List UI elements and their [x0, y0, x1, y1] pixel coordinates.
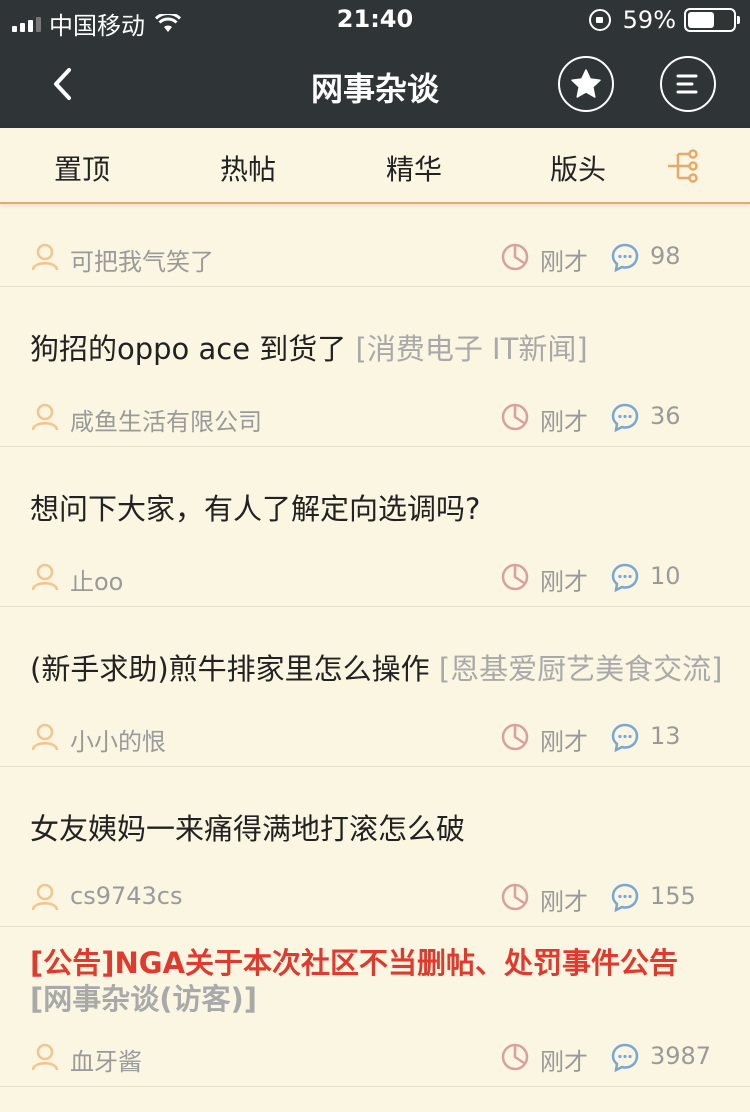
post-time: 刚才 — [540, 408, 588, 436]
post-title-text: (新手求助)煎牛排家里怎么操作 — [30, 652, 430, 686]
post-meta: 血牙酱 刚才 3987 — [30, 1038, 730, 1078]
tab-bar: 置顶 热帖 精华 版头 — [0, 128, 750, 204]
post-time: 刚才 — [540, 888, 588, 916]
comment-icon — [611, 883, 639, 912]
post-author[interactable]: 止oo — [70, 562, 123, 597]
battery-icon — [684, 8, 740, 32]
menu-button[interactable] — [660, 56, 716, 112]
clock-icon — [501, 723, 529, 751]
rotation-lock-icon — [588, 9, 611, 31]
tab-pinned[interactable]: 置顶 — [12, 148, 152, 188]
post-meta: 小小的恨 刚才 13 — [30, 718, 730, 758]
battery-percent: 59% — [622, 6, 676, 34]
status-right: 59% — [588, 6, 740, 34]
post-title-text: 想问下大家，有人了解定向选调吗? — [30, 492, 481, 526]
tab-hot[interactable]: 热帖 — [178, 148, 318, 188]
comment-icon — [611, 723, 639, 752]
user-icon — [31, 403, 59, 431]
post-row[interactable]: 想问下大家，有人了解定向选调吗? 止oo 刚才 10 — [0, 447, 750, 607]
post-title[interactable]: (新手求助)煎牛排家里怎么操作 [恩基爱厨艺美食交流] — [30, 651, 730, 687]
clock-icon — [501, 243, 529, 271]
post-row[interactable]: 女友姨妈一来痛得满地打滚怎么破 cs9743cs 刚才 155 — [0, 767, 750, 927]
comment-icon — [611, 1043, 639, 1072]
comment-icon — [611, 403, 639, 432]
post-title[interactable]: 想问下大家，有人了解定向选调吗? — [30, 491, 730, 527]
post-board[interactable]: [恩基爱厨艺美食交流] — [439, 652, 723, 686]
post-author[interactable]: cs9743cs — [70, 882, 182, 910]
post-title-text: 狗招的oppo ace 到货了 — [30, 332, 347, 366]
post-board[interactable]: [消费电子 IT新闻] — [356, 332, 588, 366]
tab-featured[interactable]: 精华 — [344, 148, 484, 188]
nav-bar: 网事杂谈 — [0, 40, 750, 128]
clock-icon — [501, 1043, 529, 1071]
user-icon — [31, 1043, 59, 1071]
post-reply-count: 155 — [650, 882, 696, 910]
user-icon — [31, 883, 59, 911]
post-title[interactable]: 女友姨妈一来痛得满地打滚怎么破 — [30, 811, 730, 847]
post-meta: 咸鱼生活有限公司 刚才 36 — [30, 398, 730, 438]
user-icon — [31, 563, 59, 591]
post-row[interactable]: (新手求助)煎牛排家里怎么操作 [恩基爱厨艺美食交流] 小小的恨 刚才 13 — [0, 607, 750, 767]
post-author[interactable]: 可把我气笑了 — [70, 242, 214, 277]
post-author[interactable]: 血牙酱 — [70, 1042, 142, 1077]
post-author[interactable]: 小小的恨 — [70, 722, 166, 757]
post-time: 刚才 — [540, 1048, 588, 1076]
post-meta: 止oo 刚才 10 — [30, 558, 730, 598]
clock-icon — [501, 403, 529, 431]
comment-icon — [611, 243, 639, 272]
post-reply-count: 98 — [650, 242, 681, 270]
post-time: 刚才 — [540, 568, 588, 596]
post-meta: cs9743cs 刚才 155 — [30, 878, 730, 918]
post-reply-count: 36 — [650, 402, 681, 430]
post-meta: 可把我气笑了 刚才 98 — [30, 238, 730, 278]
post-row[interactable]: [公告]NGA关于本次社区不当删帖、处罚事件公告 [网事杂谈(访客)] 血牙酱 … — [0, 927, 750, 1087]
post-reply-count: 13 — [650, 722, 681, 750]
post-title-text: 女友姨妈一来痛得满地打滚怎么破 — [30, 812, 466, 846]
user-icon — [31, 723, 59, 751]
page-title: 网事杂谈 — [310, 70, 439, 108]
post-board[interactable]: [网事杂谈(访客)] — [30, 982, 257, 1016]
clock-icon — [501, 883, 529, 911]
favorite-button[interactable] — [558, 56, 614, 112]
post-reply-count: 10 — [650, 562, 681, 590]
tab-header[interactable]: 版头 — [508, 148, 648, 188]
user-icon — [31, 243, 59, 271]
post-title[interactable]: [公告]NGA关于本次社区不当删帖、处罚事件公告 [网事杂谈(访客)] — [30, 945, 730, 1017]
status-bar: 中国移动 21:40 59% — [0, 0, 750, 40]
post-title[interactable]: 狗招的oppo ace 到货了 [消费电子 IT新闻] — [30, 331, 730, 367]
post-list: 这是一个故事 可把我气笑了 刚才 98 狗招的oppo ace 到货了 — [0, 128, 750, 1112]
comment-icon — [611, 563, 639, 592]
post-title-text: [公告]NGA关于本次社区不当删帖、处罚事件公告 — [30, 946, 679, 980]
post-reply-count: 3987 — [650, 1042, 712, 1070]
post-row[interactable]: 狗招的oppo ace 到货了 [消费电子 IT新闻] 咸鱼生活有限公司 刚才 … — [0, 287, 750, 447]
post-author[interactable]: 咸鱼生活有限公司 — [70, 402, 262, 437]
tree-icon[interactable] — [662, 146, 702, 186]
star-icon — [571, 69, 601, 98]
post-time: 刚才 — [540, 248, 588, 276]
menu-icon — [676, 74, 698, 94]
post-time: 刚才 — [540, 728, 588, 756]
clock-icon — [501, 563, 529, 591]
